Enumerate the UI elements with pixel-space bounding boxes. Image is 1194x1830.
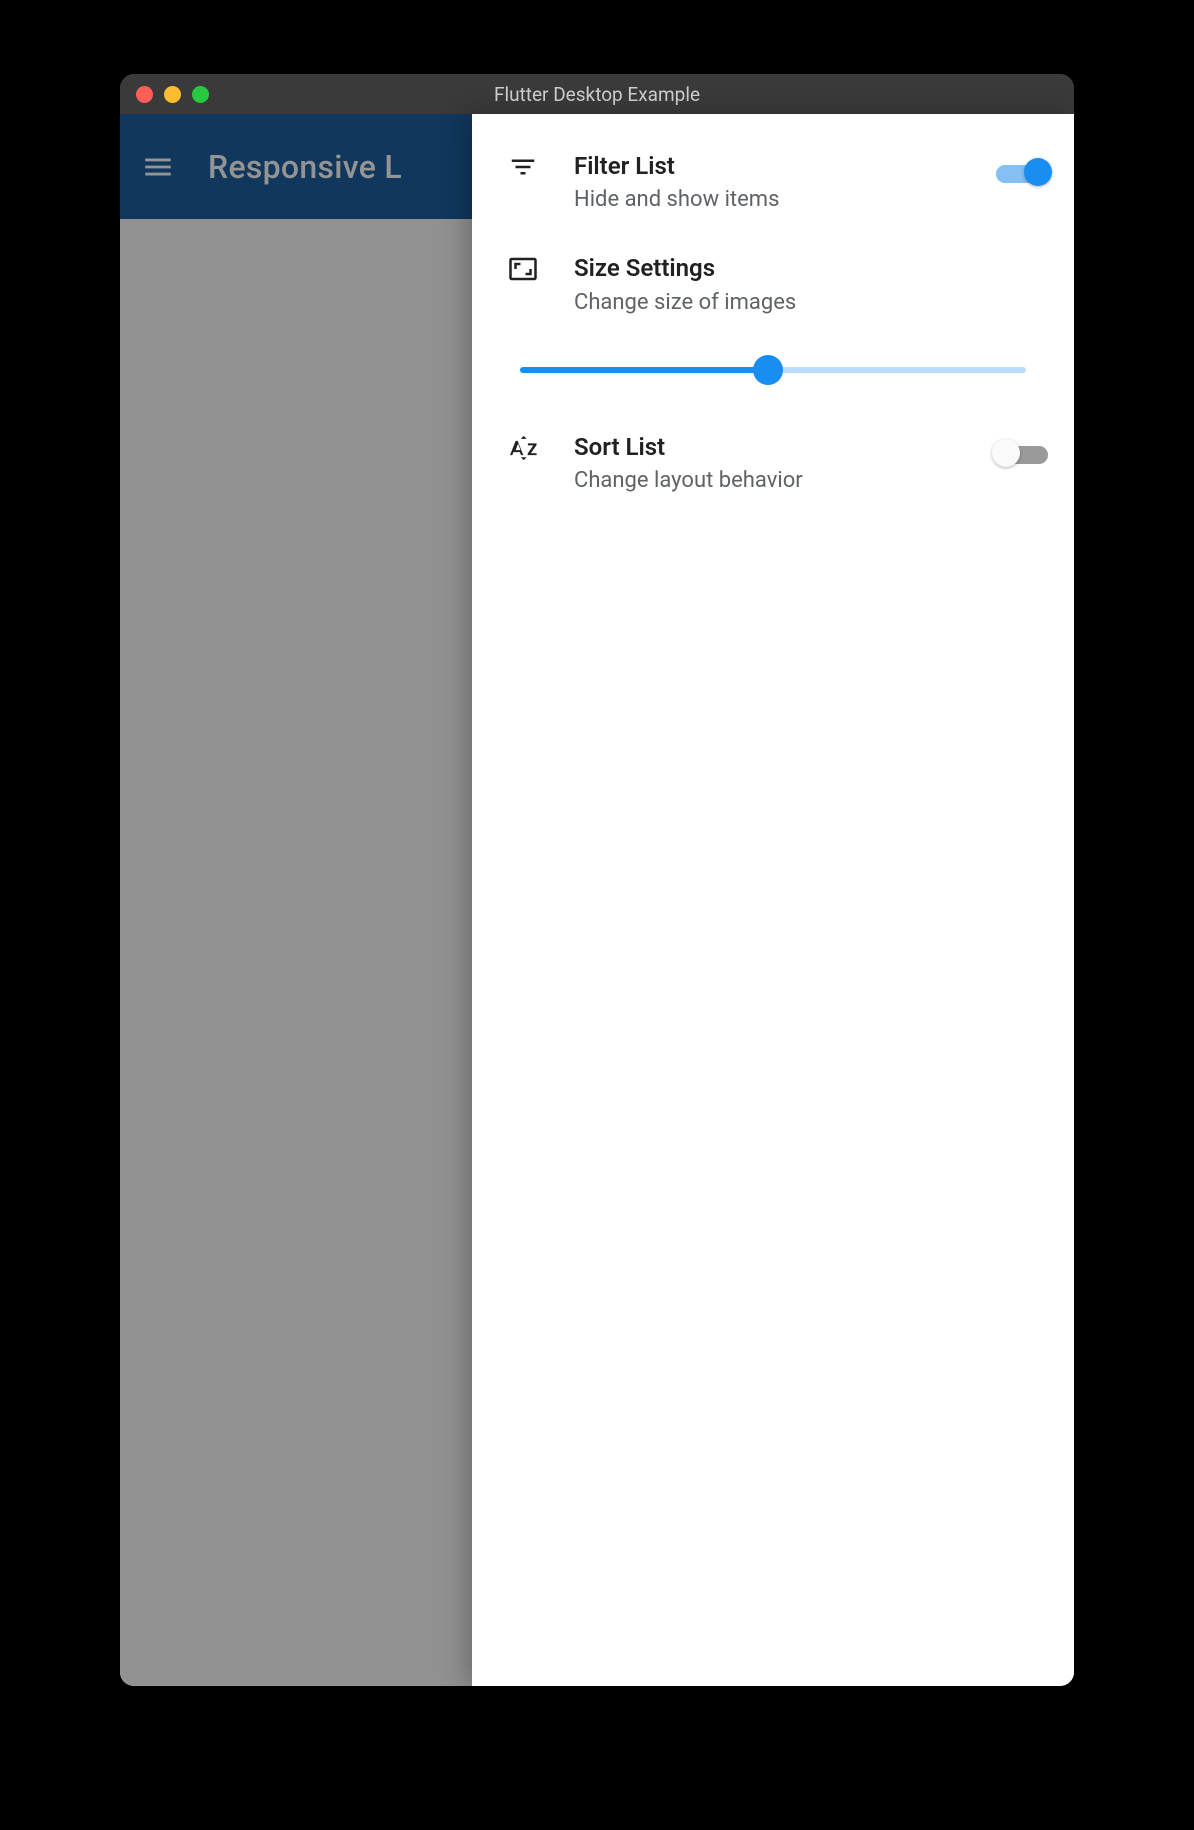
setting-text: Sort List Change layout behavior bbox=[552, 431, 982, 497]
setting-subtitle: Hide and show items bbox=[574, 184, 982, 216]
size-slider[interactable] bbox=[520, 355, 1026, 385]
app-body: Responsive L Filter List Hide and show i… bbox=[120, 114, 1074, 1686]
window-titlebar: Flutter Desktop Example bbox=[120, 74, 1074, 114]
maximize-window-button[interactable] bbox=[192, 86, 209, 103]
filter-icon bbox=[494, 150, 552, 182]
filter-toggle[interactable] bbox=[992, 156, 1052, 188]
setting-title: Sort List bbox=[574, 431, 982, 463]
close-window-button[interactable] bbox=[136, 86, 153, 103]
sort-toggle[interactable] bbox=[992, 437, 1052, 469]
window-controls bbox=[120, 86, 209, 103]
minimize-window-button[interactable] bbox=[164, 86, 181, 103]
setting-title: Size Settings bbox=[574, 252, 1052, 284]
settings-drawer: Filter List Hide and show items Size Set… bbox=[472, 114, 1074, 1686]
slider-thumb[interactable] bbox=[753, 355, 783, 385]
setting-subtitle: Change layout behavior bbox=[574, 465, 982, 497]
setting-size-settings[interactable]: Size Settings Change size of images bbox=[472, 234, 1074, 336]
slider-track-active bbox=[520, 367, 768, 373]
aspect-ratio-icon bbox=[494, 252, 552, 284]
setting-title: Filter List bbox=[574, 150, 982, 182]
setting-text: Filter List Hide and show items bbox=[552, 150, 982, 216]
size-slider-row bbox=[472, 337, 1074, 413]
window-title: Flutter Desktop Example bbox=[120, 83, 1074, 106]
setting-filter-list[interactable]: Filter List Hide and show items bbox=[472, 132, 1074, 234]
setting-subtitle: Change size of images bbox=[574, 287, 1052, 319]
setting-sort-list[interactable]: Sort List Change layout behavior bbox=[472, 413, 1074, 515]
sort-alpha-icon bbox=[494, 431, 552, 463]
app-window: Flutter Desktop Example Responsive L bbox=[120, 74, 1074, 1686]
setting-text: Size Settings Change size of images bbox=[552, 252, 1052, 318]
